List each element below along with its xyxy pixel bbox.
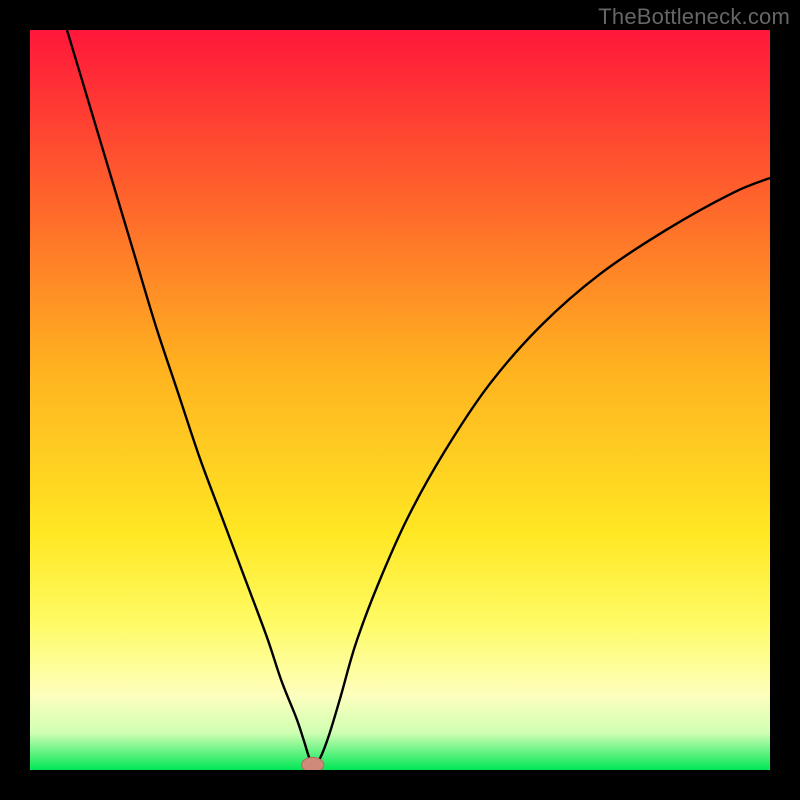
gradient-background <box>30 30 770 770</box>
watermark-text: TheBottleneck.com <box>598 4 790 30</box>
chart-frame <box>30 30 770 770</box>
bottleneck-chart <box>30 30 770 770</box>
optimum-marker <box>302 757 324 770</box>
